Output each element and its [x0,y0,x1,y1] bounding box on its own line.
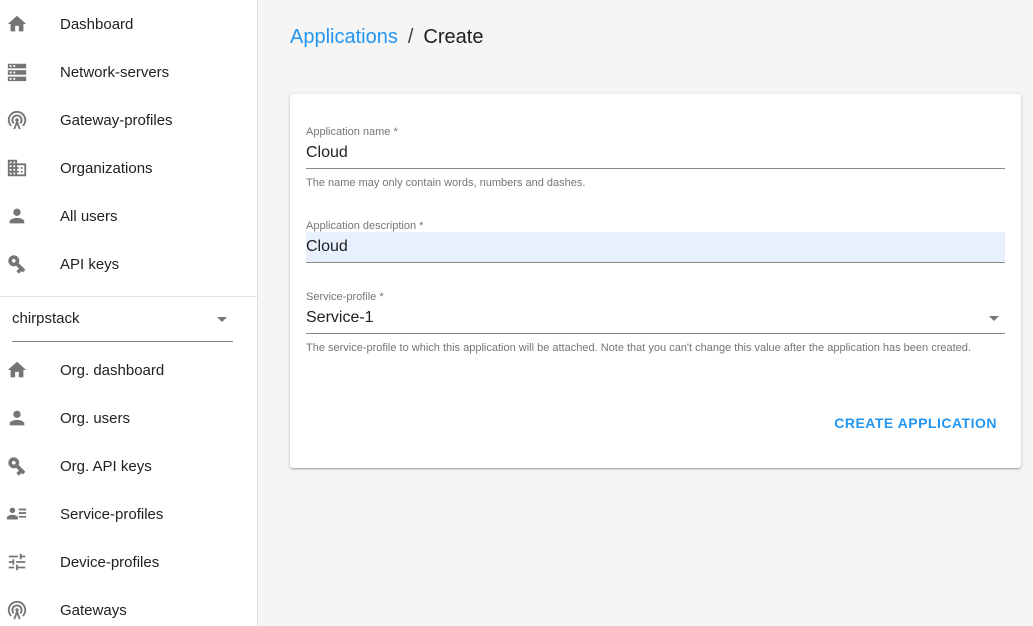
sidebar-item-label: Org. API keys [60,457,152,475]
server-icon [5,60,29,84]
breadcrumb-applications-link[interactable]: Applications [290,26,398,49]
application-name-label: Application name * [306,126,398,138]
service-profile-value: Service-1 [306,309,374,326]
sidebar-item-gateways[interactable]: Gateways [0,586,257,626]
account-details-icon [5,502,29,526]
sidebar-item-label: Device-profiles [60,553,160,571]
page-title: Create [423,26,484,48]
chevron-down-icon [989,316,999,321]
sidebar-item-label: Gateway-profiles [60,111,173,129]
sidebar-item-org-users[interactable]: Org. users [0,394,257,442]
organization-select-value: chirpstack [12,310,80,327]
application-description-input[interactable]: Cloud [306,232,1005,263]
service-profile-field: Service-profile * Service-1 The service-… [306,291,1005,358]
sidebar-item-label: API keys [60,255,120,273]
sidebar-item-label: Organizations [60,159,153,177]
chevron-down-icon [217,317,227,322]
sidebar-item-label: All users [60,207,118,225]
sidebar-item-network-servers[interactable]: Network-servers [0,48,257,96]
sidebar-item-label: Dashboard [60,15,134,33]
create-application-button[interactable]: CREATE APPLICATION [834,415,997,431]
domain-icon [5,156,29,180]
sidebar-item-label: Service-profiles [60,505,164,523]
application-name-input[interactable]: Cloud [306,138,1005,169]
sidebar-item-label: Network-servers [60,63,170,81]
sidebar-item-dashboard[interactable]: Dashboard [0,0,257,48]
tune-icon [5,550,29,574]
breadcrumb: Applications / Create [290,26,483,49]
sidebar-item-org-api-keys[interactable]: Org. API keys [0,442,257,490]
service-profile-select[interactable]: Service-1 [306,303,1005,334]
sidebar-item-all-users[interactable]: All users [0,192,257,240]
key-icon [5,252,29,276]
sidebar-item-service-profiles[interactable]: Service-profiles [0,490,257,538]
application-name-help: The name may only contain words, numbers… [306,177,586,189]
home-icon [5,358,29,382]
service-profile-help: The service-profile to which this applic… [306,342,971,354]
application-form-card: Application name * Cloud The name may on… [290,94,1021,468]
sidebar-item-label: Org. users [60,409,131,427]
sidebar: Dashboard Network-servers Gateway-profil… [0,0,258,626]
person-icon [5,406,29,430]
service-profile-label: Service-profile * [306,291,384,303]
organization-select[interactable]: chirpstack [12,297,233,342]
sidebar-item-api-keys[interactable]: API keys [0,240,257,288]
application-name-field: Application name * Cloud The name may on… [306,126,1005,193]
radio-tower-icon [5,598,29,622]
person-icon [5,204,29,228]
home-icon [5,12,29,36]
breadcrumb-separator: / [407,26,414,48]
sidebar-item-label: Gateways [60,601,127,619]
sidebar-item-gateway-profiles[interactable]: Gateway-profiles [0,96,257,144]
radio-tower-icon [5,108,29,132]
key-icon [5,454,29,478]
sidebar-item-device-profiles[interactable]: Device-profiles [0,538,257,586]
sidebar-item-org-dashboard[interactable]: Org. dashboard [0,346,257,394]
sidebar-item-label: Org. dashboard [60,361,165,379]
sidebar-item-organizations[interactable]: Organizations [0,144,257,192]
application-description-label: Application description * [306,220,424,232]
main-content: Applications / Create Application name *… [258,0,1033,626]
application-description-field: Application description * Cloud [306,220,1005,263]
